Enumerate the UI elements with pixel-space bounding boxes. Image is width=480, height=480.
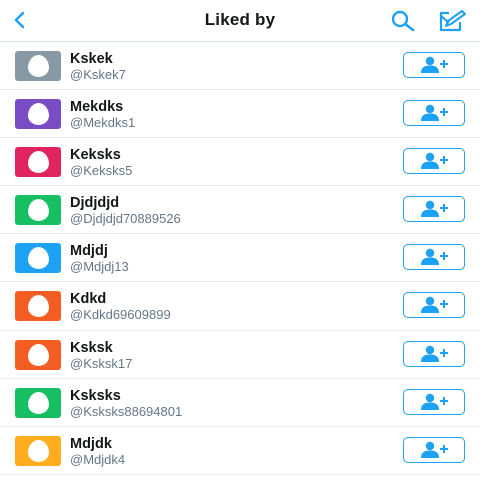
- follow-button[interactable]: [403, 292, 465, 319]
- user-row[interactable]: Mdjdk @Mdjdk4: [0, 426, 480, 475]
- follow-button[interactable]: [403, 148, 465, 175]
- user-name: Keksks: [70, 147, 121, 164]
- compose-button[interactable]: [436, 8, 468, 34]
- follow-button[interactable]: [403, 388, 465, 415]
- add-user-icon: [421, 152, 448, 170]
- user-name: Mdjdj: [70, 243, 108, 260]
- user-name: Djdjdjd: [70, 195, 120, 212]
- follow-button[interactable]: [403, 100, 465, 127]
- avatar[interactable]: [15, 339, 61, 370]
- default-egg-icon: [27, 391, 49, 414]
- user-handle: @Keksks5: [70, 163, 133, 179]
- user-handle: @Ksksk17: [70, 355, 133, 371]
- avatar[interactable]: [15, 195, 61, 226]
- user-handle: @Djdjdjd70889526: [70, 211, 181, 227]
- user-row[interactable]: Mekdks @Mekdks1: [0, 90, 480, 139]
- user-row[interactable]: Ksksks @Ksksks88694801: [0, 378, 480, 427]
- search-button[interactable]: [388, 8, 418, 34]
- user-name: Mdjdk: [70, 435, 112, 452]
- user-handle: @Mekdks1: [70, 115, 136, 131]
- user-handle: @Kdkd69609899: [70, 307, 171, 323]
- user-row[interactable]: Kskek @Kskek7: [0, 42, 480, 91]
- avatar[interactable]: [15, 291, 61, 322]
- add-user-icon: [421, 201, 448, 218]
- add-user-icon: [421, 393, 448, 410]
- follow-button[interactable]: [403, 196, 465, 223]
- add-user-icon: [421, 56, 448, 73]
- user-name: Kskek: [70, 51, 113, 67]
- default-egg-icon: [27, 295, 49, 318]
- user-name: Mekdks: [70, 99, 124, 116]
- default-egg-icon: [27, 343, 49, 366]
- follow-button[interactable]: [403, 244, 465, 271]
- user-row[interactable]: Ksksk @Ksksk17: [0, 330, 480, 379]
- add-user-icon: [421, 249, 448, 266]
- default-egg-icon: [27, 247, 49, 270]
- user-handle: @Kskek7: [70, 67, 126, 82]
- add-user-icon: [421, 441, 448, 458]
- user-row[interactable]: Mdjdj @Mdjdj13: [0, 234, 480, 283]
- user-row[interactable]: Kdkd @Kdkd69609899: [0, 282, 480, 331]
- avatar[interactable]: [15, 387, 61, 418]
- avatar[interactable]: [15, 99, 61, 130]
- add-user-icon: [421, 297, 448, 314]
- navigation-bar: Liked by: [0, 0, 480, 42]
- default-egg-icon: [27, 55, 49, 77]
- add-user-icon: [421, 345, 448, 362]
- user-row[interactable]: Djdjdjd @Djdjdjd70889526: [0, 186, 480, 235]
- user-name: Ksksk: [70, 339, 113, 356]
- default-egg-icon: [27, 199, 49, 222]
- follow-button[interactable]: [403, 340, 465, 367]
- add-user-icon: [421, 104, 448, 122]
- compose-icon: [439, 10, 466, 32]
- default-egg-icon: [27, 151, 49, 174]
- user-handle: @Ksksks88694801: [70, 403, 183, 419]
- user-name: Kdkd: [70, 291, 107, 308]
- search-icon: [391, 10, 415, 32]
- user-name: Ksksks: [70, 387, 121, 404]
- user-handle: @Mdjdk4: [70, 451, 126, 467]
- follow-button[interactable]: [403, 52, 465, 78]
- avatar[interactable]: [15, 435, 61, 466]
- avatar[interactable]: [15, 243, 61, 274]
- default-egg-icon: [27, 439, 49, 462]
- avatar[interactable]: [15, 147, 61, 178]
- user-handle: @Mdjdj13: [70, 259, 129, 275]
- default-egg-icon: [27, 103, 49, 126]
- avatar[interactable]: [15, 51, 61, 81]
- liked-by-list: Kskek @Kskek7 Mekdks @Mekdks1 Keksks @Keksks5…: [0, 42, 480, 475]
- user-row[interactable]: Keksks @Keksks5: [0, 138, 480, 187]
- follow-button[interactable]: [403, 436, 465, 463]
